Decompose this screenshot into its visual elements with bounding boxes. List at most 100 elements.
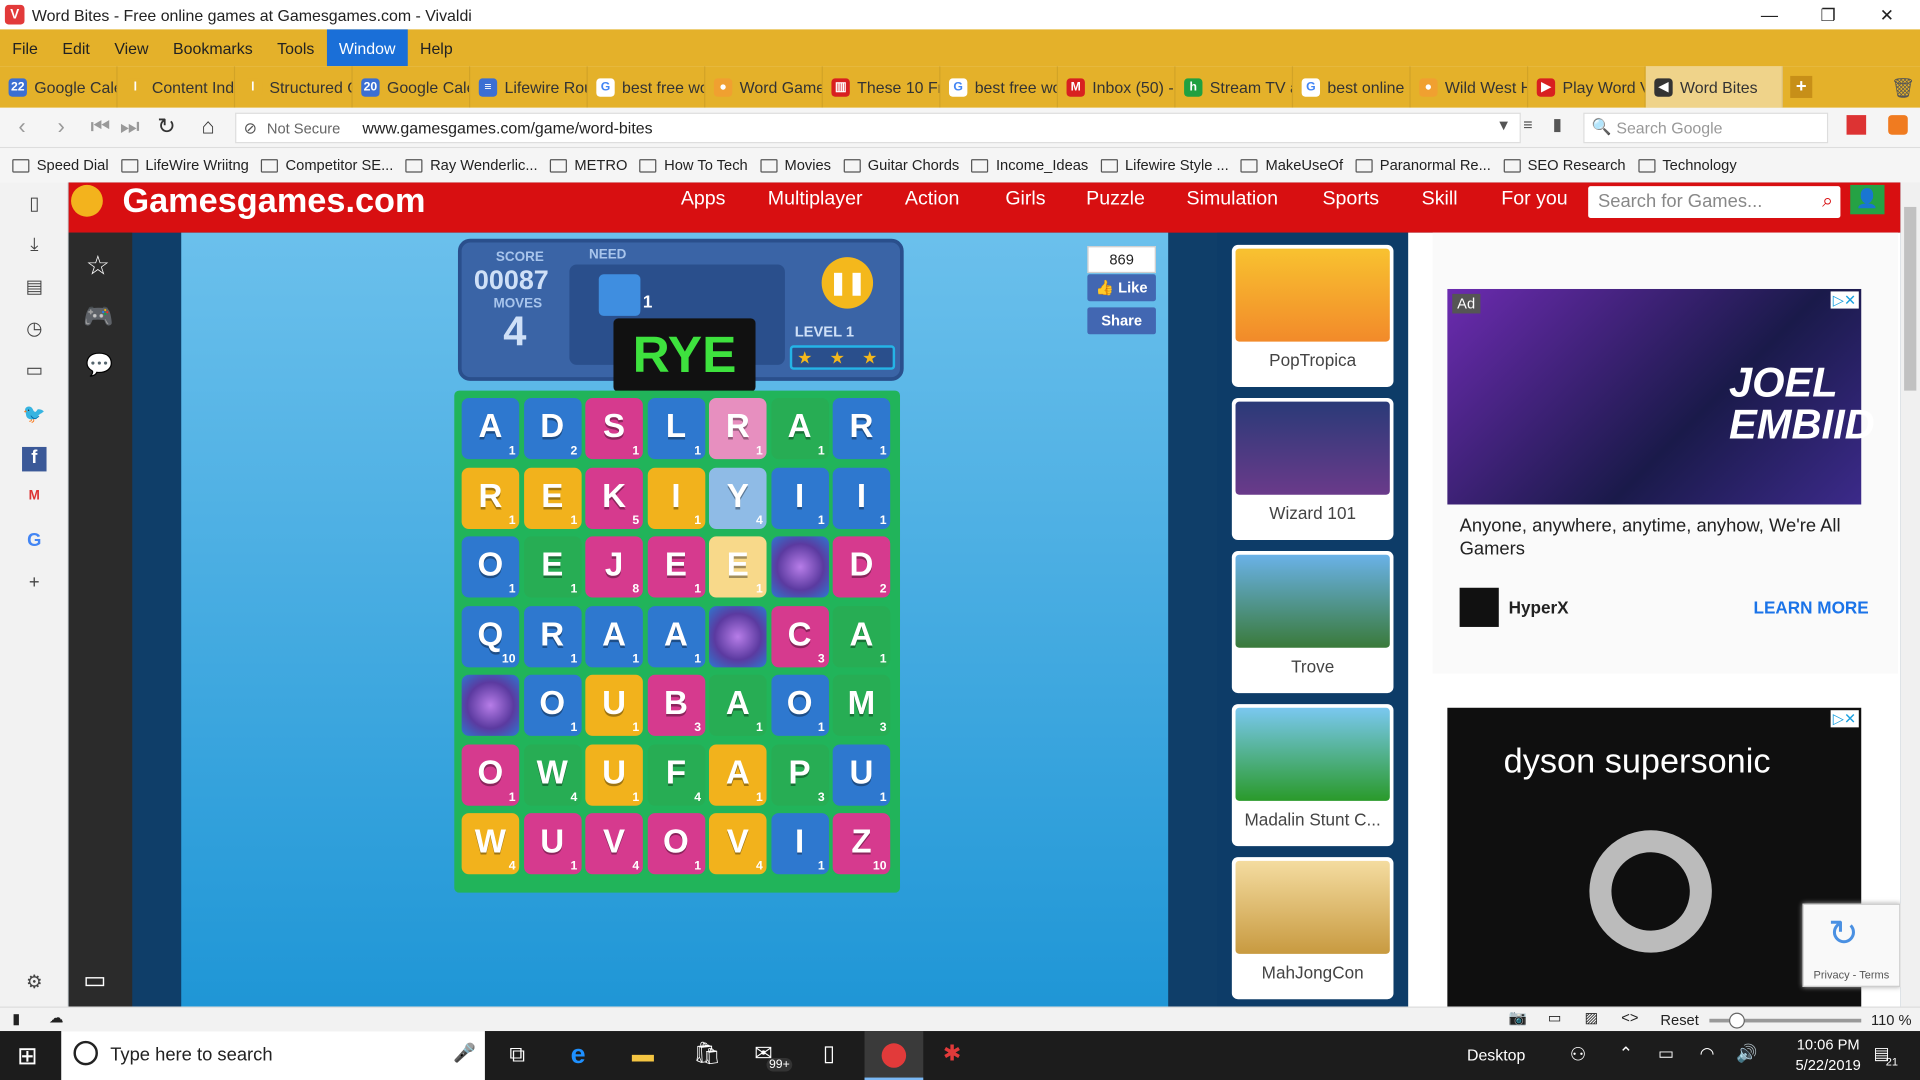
desktop-toolbar[interactable]: Desktop — [1467, 1046, 1525, 1064]
windows-start-icon[interactable]: ⊞ — [17, 1041, 38, 1072]
gamepad-icon[interactable]: 🎮 — [83, 301, 113, 332]
battery-icon[interactable]: ▭ — [1658, 1043, 1674, 1064]
letter-tile[interactable]: V4 — [708, 813, 767, 875]
letter-tile[interactable]: W4 — [523, 743, 582, 806]
facebook-share-button[interactable]: Share — [1087, 307, 1156, 335]
screen-icon[interactable]: ▭ — [83, 965, 106, 996]
app-icon[interactable]: ✱ — [943, 1041, 961, 1067]
game-thumb[interactable]: Trove — [1231, 551, 1394, 694]
letter-tile[interactable]: R1 — [461, 467, 520, 529]
window-panel-icon[interactable]: ▭ — [22, 359, 46, 383]
tab-3[interactable]: 20 Google Cale — [353, 66, 471, 108]
tab-14[interactable]: ◀ Word Bites — [1645, 66, 1783, 108]
tab-11[interactable]: Gbest online — [1293, 66, 1411, 108]
dyson-ad[interactable]: dyson supersonic ▷✕ — [1447, 707, 1862, 1007]
forward-icon[interactable]: › — [49, 114, 73, 140]
letter-tile[interactable]: U1 — [585, 743, 643, 806]
zoom-slider-handle[interactable] — [1728, 1012, 1745, 1029]
vivaldi-taskbar-button[interactable] — [864, 1031, 924, 1080]
home-icon[interactable]: ⌂ — [196, 114, 220, 140]
tab-10[interactable]: h Stream TV a — [1176, 66, 1294, 108]
site-nav-skill[interactable]: Skill — [1422, 189, 1458, 211]
search-icon[interactable]: ⌕ — [1822, 186, 1833, 218]
microphone-icon[interactable]: 🎤 — [453, 1042, 476, 1064]
tab-4[interactable]: ≡ Lifewire Rou — [470, 66, 588, 108]
bookmark-item[interactable]: Lifewire Style ... — [1100, 157, 1229, 174]
letter-tile[interactable]: I1 — [770, 467, 829, 529]
letter-tile[interactable]: Q 10 — [461, 605, 520, 667]
site-nav-action[interactable]: Action — [905, 189, 959, 211]
tab-7[interactable]: ▥ These 10 Fre — [823, 66, 941, 108]
store-icon[interactable]: 🛍 — [693, 1041, 721, 1067]
bookmark-item[interactable]: SEO Research — [1503, 157, 1626, 174]
ad-text[interactable]: Anyone, anywhere, anytime, anyhow, We're… — [1460, 514, 1864, 561]
letter-tile[interactable]: O1 — [461, 536, 520, 598]
letter-tile[interactable]: U1 — [585, 674, 643, 736]
scrollbar[interactable] — [1900, 182, 1920, 1007]
orb-tile[interactable] — [461, 674, 520, 736]
tiling-icon[interactable]: ▭ — [1548, 1009, 1562, 1026]
zoom-reset-button[interactable]: Reset — [1660, 1011, 1698, 1028]
history-icon[interactable]: ◷ — [22, 317, 46, 341]
url-field[interactable]: ⊘ Not Secure www.gamesgames.com/game/wor… — [235, 112, 1521, 144]
tab-13[interactable]: ▶ Play Word V — [1528, 66, 1646, 108]
site-search-input[interactable]: Search for Games... ⌕ — [1588, 186, 1841, 218]
user-icon[interactable]: 👤 — [1850, 184, 1885, 215]
letter-tile[interactable]: W4 — [461, 813, 520, 875]
comment-icon[interactable]: 💬 — [86, 353, 113, 379]
letter-tile[interactable]: F4 — [647, 743, 705, 806]
site-nav-sports[interactable]: Sports — [1322, 189, 1379, 211]
settings-icon[interactable]: ⚙ — [22, 971, 46, 995]
letter-tile[interactable]: J8 — [585, 536, 643, 598]
tab-12[interactable]: ● Wild West H — [1411, 66, 1529, 108]
letter-tile[interactable]: C3 — [770, 605, 829, 667]
game-thumb[interactable]: MahJongCon — [1231, 857, 1394, 1000]
tray-chevron-icon[interactable]: ⌃ — [1619, 1043, 1633, 1064]
letter-tile[interactable]: L1 — [647, 397, 705, 460]
bookmark-item[interactable]: Guitar Chords — [843, 157, 959, 174]
letter-tile[interactable]: U1 — [832, 743, 891, 806]
adchoices-icon[interactable]: ▷✕ — [1830, 710, 1859, 728]
file-explorer-icon[interactable]: ▬ — [632, 1042, 654, 1068]
letter-tile[interactable]: K5 — [585, 467, 643, 529]
bookmark-item[interactable]: Speed Dial — [12, 157, 109, 174]
letter-tile[interactable]: Y4 — [708, 467, 767, 529]
bookmark-icon[interactable]: ▮ — [1553, 114, 1562, 135]
letter-tile[interactable]: E1 — [647, 536, 705, 598]
game-thumb[interactable]: Madalin Stunt C... — [1231, 704, 1394, 847]
search-field[interactable]: 🔍 Search Google — [1583, 112, 1829, 144]
letter-tile[interactable]: M3 — [832, 674, 891, 736]
letter-tile[interactable]: I1 — [647, 467, 705, 529]
site-nav-puzzle[interactable]: Puzzle — [1086, 189, 1145, 211]
bookmark-item[interactable]: Movies — [759, 157, 831, 174]
letter-tile[interactable]: E1 — [708, 536, 767, 598]
letter-tile[interactable]: A1 — [708, 743, 767, 806]
site-nav-multiplayer[interactable]: Multiplayer — [768, 189, 863, 211]
letter-tile[interactable]: O1 — [461, 743, 520, 806]
tab-9[interactable]: M Inbox (50) - — [1058, 66, 1176, 108]
letter-tile[interactable]: P3 — [770, 743, 829, 806]
tab-8[interactable]: Gbest free wo — [940, 66, 1058, 108]
site-nav-simulation[interactable]: Simulation — [1187, 189, 1278, 211]
site-nav-for-you[interactable]: For you — [1501, 189, 1567, 211]
letter-tile[interactable]: E1 — [523, 536, 582, 598]
facebook-icon[interactable]: f — [22, 446, 47, 472]
scrollbar-thumb[interactable] — [1904, 206, 1917, 391]
orb-tile[interactable] — [770, 536, 829, 598]
taskbar-search[interactable]: Type here to search 🎤 — [61, 1031, 485, 1080]
page-actions-icon[interactable]: <> — [1621, 1009, 1638, 1026]
orb-tile[interactable] — [708, 605, 767, 667]
bookmark-item[interactable]: LifeWire Wriitng — [120, 157, 249, 174]
letter-tile[interactable]: B3 — [647, 674, 705, 736]
letter-tile[interactable]: O1 — [647, 813, 705, 875]
bookmark-item[interactable]: Income_Ideas — [971, 157, 1088, 174]
menu-tools[interactable]: Tools — [265, 29, 327, 66]
letter-tile[interactable]: E1 — [523, 467, 582, 529]
letter-tile[interactable]: A1 — [770, 397, 829, 460]
zoom-slider[interactable] — [1709, 1012, 1862, 1029]
site-logo[interactable]: Gamesgames.com — [122, 182, 425, 219]
bookmark-item[interactable]: Technology — [1637, 157, 1737, 174]
ad-brand[interactable]: HyperX — [1509, 598, 1569, 618]
letter-tile[interactable]: U1 — [523, 813, 582, 875]
game-thumb[interactable]: Wizard 101 — [1231, 397, 1394, 541]
